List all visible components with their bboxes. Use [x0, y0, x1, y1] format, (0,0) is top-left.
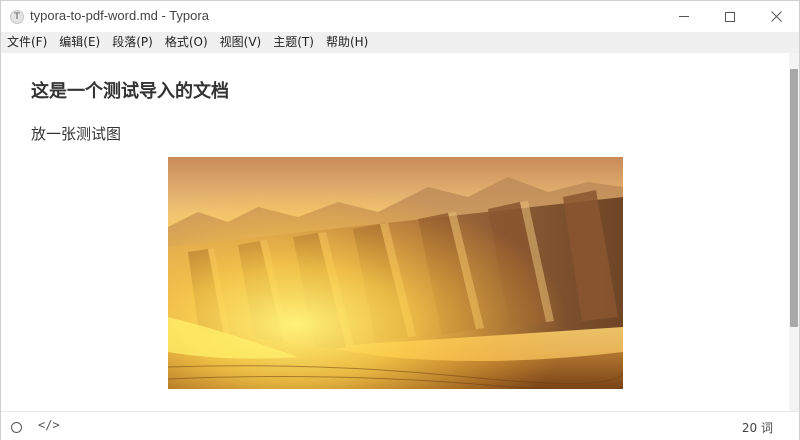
menu-view[interactable]: 视图(V): [220, 32, 262, 53]
word-count[interactable]: 20 词: [742, 419, 773, 436]
minimize-button[interactable]: [661, 1, 707, 32]
minimize-icon: [679, 16, 689, 17]
document-paragraph[interactable]: 放一张测试图: [31, 123, 121, 144]
document-heading[interactable]: 这是一个测试导入的文档: [31, 77, 229, 103]
typora-window: T typora-to-pdf-word.md - Typora 文件(F) 编…: [0, 0, 800, 440]
vertical-scrollbar[interactable]: [789, 53, 799, 411]
code-icon[interactable]: </>: [38, 418, 60, 432]
test-image[interactable]: [168, 157, 623, 389]
window-title: typora-to-pdf-word.md - Typora: [30, 8, 209, 23]
menu-paragraph[interactable]: 段落(P): [112, 32, 153, 53]
maximize-button[interactable]: [707, 1, 753, 32]
scrollbar-thumb[interactable]: [790, 69, 798, 327]
close-icon: [770, 11, 782, 22]
menu-file[interactable]: 文件(F): [7, 32, 47, 53]
menu-help[interactable]: 帮助(H): [326, 32, 368, 53]
title-bar: T typora-to-pdf-word.md - Typora: [1, 1, 799, 32]
typora-logo-icon: T: [10, 10, 24, 24]
status-bar: </> 20 词: [1, 411, 799, 440]
menu-format[interactable]: 格式(O): [165, 32, 208, 53]
close-button[interactable]: [753, 1, 799, 32]
menu-theme[interactable]: 主题(T): [273, 32, 314, 53]
menu-edit[interactable]: 编辑(E): [59, 32, 100, 53]
maximize-icon: [725, 11, 735, 22]
menu-bar: 文件(F) 编辑(E) 段落(P) 格式(O) 视图(V) 主题(T) 帮助(H…: [1, 32, 799, 53]
editor-content[interactable]: 这是一个测试导入的文档 放一张测试图: [1, 53, 789, 411]
circle-icon[interactable]: [11, 422, 22, 433]
dam-landscape-image: [168, 157, 623, 389]
